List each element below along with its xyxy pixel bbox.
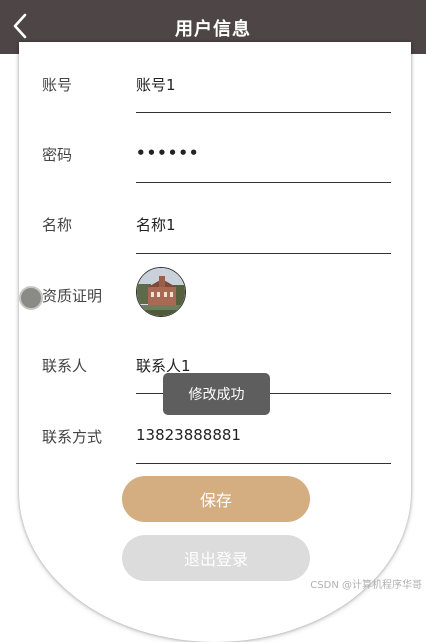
account-label: 账号 (42, 76, 73, 94)
account-input[interactable]: 账号1 (136, 74, 176, 95)
phone-underline (136, 463, 391, 464)
save-button[interactable]: 保存 (122, 476, 310, 522)
password-label: 密码 (42, 146, 73, 164)
password-row: 密码 •••••• (0, 144, 426, 214)
page-title: 用户信息 (175, 19, 251, 40)
name-input[interactable]: 名称1 (136, 214, 176, 235)
touch-indicator (19, 286, 43, 310)
building-photo-icon (137, 268, 185, 316)
watermark: CSDN @计算机程序华哥 (310, 580, 422, 591)
contact-label: 联系人 (42, 357, 88, 375)
name-row: 名称 名称1 (0, 214, 426, 284)
credential-label: 资质证明 (42, 287, 103, 305)
credential-image[interactable] (136, 267, 186, 317)
name-underline (136, 253, 391, 254)
logout-button[interactable]: 退出登录 (122, 535, 310, 581)
phone-label: 联系方式 (42, 428, 103, 446)
account-underline (136, 112, 391, 113)
success-toast: 修改成功 (163, 373, 270, 415)
password-input[interactable]: •••••• (136, 144, 200, 162)
account-row: 账号 账号1 (0, 74, 426, 144)
password-underline (136, 182, 391, 183)
name-label: 名称 (42, 216, 73, 234)
phone-input[interactable]: 13823888881 (136, 426, 241, 444)
